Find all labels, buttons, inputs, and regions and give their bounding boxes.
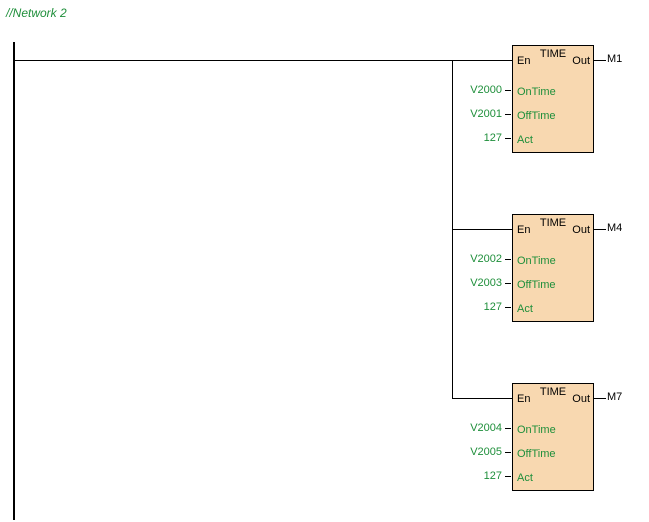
port-offtime-label: OffTime — [517, 110, 556, 122]
output-tag: M4 — [607, 222, 622, 234]
input-offtime: V2003 — [462, 277, 502, 289]
port-act-label: Act — [517, 134, 533, 146]
port-out-label: Out — [572, 55, 590, 67]
port-en-label: En — [517, 55, 530, 67]
port-ontime-label: OnTime — [517, 255, 556, 267]
port-ontime-label: OnTime — [517, 424, 556, 436]
wire-out-b2 — [594, 229, 606, 230]
wire-main — [14, 60, 453, 61]
input-act: 127 — [462, 301, 502, 313]
time-block: TIME En Out OnTime OffTime Act — [512, 383, 594, 491]
tick — [505, 138, 511, 139]
port-offtime-label: OffTime — [517, 448, 556, 460]
tick — [505, 428, 511, 429]
input-ontime: V2002 — [462, 253, 502, 265]
tick — [505, 283, 511, 284]
input-ontime: V2004 — [462, 422, 502, 434]
wire-en-b1 — [452, 60, 512, 61]
port-act-label: Act — [517, 472, 533, 484]
port-en-label: En — [517, 393, 530, 405]
time-block: TIME En Out OnTime OffTime Act — [512, 214, 594, 322]
tick — [505, 114, 511, 115]
output-tag: M1 — [607, 53, 622, 65]
wire-en-b3 — [452, 398, 512, 399]
tick — [505, 307, 511, 308]
wire-out-b3 — [594, 398, 606, 399]
tick — [505, 476, 511, 477]
input-ontime: V2000 — [462, 84, 502, 96]
port-en-label: En — [517, 224, 530, 236]
time-block: TIME En Out OnTime OffTime Act — [512, 45, 594, 153]
power-rail — [13, 42, 15, 520]
input-act: 127 — [462, 132, 502, 144]
wire-out-b1 — [594, 60, 606, 61]
network-label: //Network 2 — [6, 6, 67, 20]
input-act: 127 — [462, 470, 502, 482]
input-offtime: V2005 — [462, 446, 502, 458]
port-out-label: Out — [572, 393, 590, 405]
tick — [505, 259, 511, 260]
port-act-label: Act — [517, 303, 533, 315]
port-out-label: Out — [572, 224, 590, 236]
wire-en-b2 — [452, 229, 512, 230]
tick — [505, 452, 511, 453]
tick — [505, 90, 511, 91]
port-ontime-label: OnTime — [517, 86, 556, 98]
port-offtime-label: OffTime — [517, 279, 556, 291]
input-offtime: V2001 — [462, 108, 502, 120]
output-tag: M7 — [607, 391, 622, 403]
